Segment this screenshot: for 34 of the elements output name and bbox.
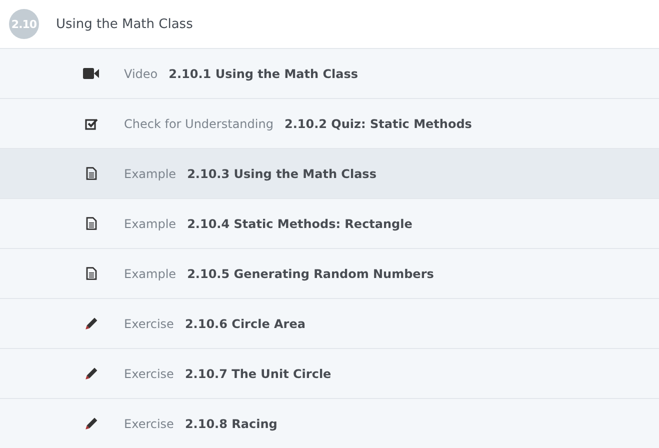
- video-camera-icon: [83, 68, 99, 79]
- lesson-item[interactable]: Exercise 2.10.8 Racing: [0, 399, 659, 448]
- lesson-title: 2.10.3 Using the Math Class: [187, 166, 376, 180]
- lesson-title: 2.10.7 The Unit Circle: [184, 366, 332, 380]
- lesson-type: Example: [124, 266, 176, 280]
- lesson-title: 2.10.8 Racing: [184, 416, 278, 430]
- lesson-type: Video: [124, 66, 158, 80]
- lesson-item[interactable]: Example 2.10.5 Generating Random Numbers: [0, 249, 659, 299]
- lesson-item[interactable]: Exercise 2.10.6 Circle Area: [0, 299, 659, 349]
- document-icon: [86, 217, 96, 230]
- lesson-item[interactable]: Example 2.10.3 Using the Math Class: [0, 149, 659, 199]
- pencil-icon: [84, 317, 98, 330]
- lesson-title: 2.10.1 Using the Math Class: [168, 66, 358, 80]
- pencil-icon: [84, 367, 98, 380]
- lesson-item[interactable]: Exercise 2.10.7 The Unit Circle: [0, 349, 659, 399]
- lesson-title: 2.10.4 Static Methods: Rectangle: [187, 216, 412, 230]
- lesson-title: 2.10.5 Generating Random Numbers: [187, 266, 434, 280]
- lesson-title: 2.10.2 Quiz: Static Methods: [284, 116, 472, 130]
- lesson-type: Exercise: [124, 416, 174, 430]
- lesson-item[interactable]: Check for Understanding 2.10.2 Quiz: Static Methods: [0, 99, 659, 149]
- pencil-icon: [84, 417, 98, 430]
- lesson-type: Example: [124, 166, 176, 180]
- document-icon: [86, 167, 96, 180]
- lesson-item[interactable]: Video 2.10.1 Using the Math Class: [0, 49, 659, 99]
- lesson-item[interactable]: Example 2.10.4 Static Methods: Rectangle: [0, 199, 659, 249]
- lesson-title: 2.10.6 Circle Area: [184, 316, 306, 330]
- lesson-type: Check for Understanding: [124, 116, 274, 130]
- lesson-type: Example: [124, 216, 176, 230]
- lesson-type: Exercise: [124, 366, 174, 380]
- checkbox-icon: [84, 118, 98, 130]
- lesson-type: Exercise: [124, 316, 174, 330]
- section-title: Using the Math Class: [56, 16, 193, 32]
- section-number-badge: 2.10: [9, 9, 39, 39]
- document-icon: [86, 267, 96, 280]
